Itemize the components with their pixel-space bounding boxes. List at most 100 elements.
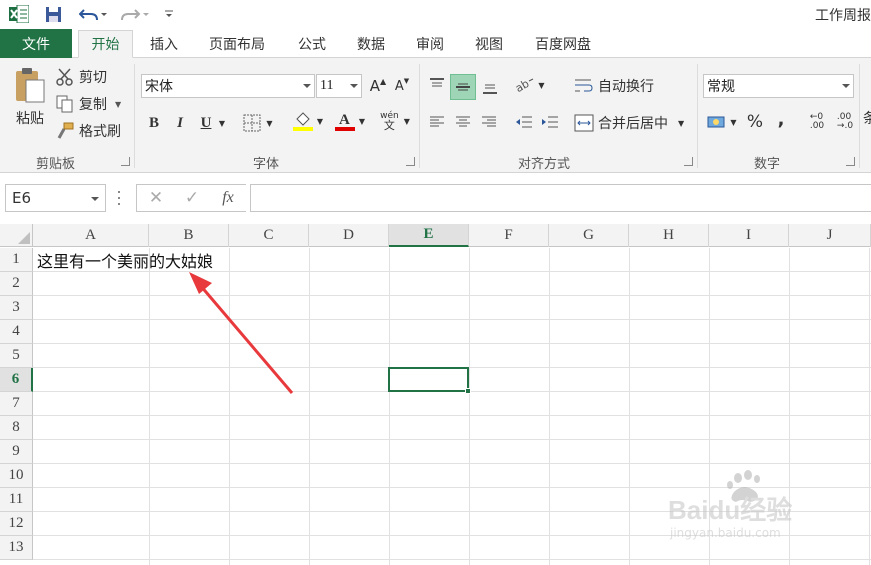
column-header[interactable]: H	[629, 224, 709, 247]
column-header[interactable]: I	[709, 224, 789, 247]
insert-function-icon[interactable]: fx	[216, 187, 240, 209]
chevron-down-icon[interactable]: ▼	[730, 118, 736, 127]
tab-formulas[interactable]: 公式	[288, 30, 336, 58]
number-launcher-icon[interactable]	[846, 157, 855, 166]
grow-font-button[interactable]: A ▲	[366, 75, 390, 97]
chevron-down-icon[interactable]: ▼	[317, 117, 323, 126]
tab-home[interactable]: 开始	[78, 30, 133, 58]
tab-data[interactable]: 数据	[346, 30, 396, 58]
row-header[interactable]: 12	[0, 512, 33, 536]
row-header[interactable]: 3	[0, 296, 33, 320]
cancel-icon[interactable]: ✕	[146, 188, 166, 208]
drag-handle-icon[interactable]	[118, 191, 122, 205]
underline-dropdown-icon[interactable]: ▼	[216, 112, 228, 134]
phonetic-guide-button[interactable]: wén 文 ▼	[376, 110, 414, 132]
orientation-button[interactable]: ab ▼	[512, 74, 548, 96]
comma-style-button[interactable]: ,	[769, 108, 793, 130]
select-all-corner[interactable]	[0, 224, 33, 247]
borders-button[interactable]: ▼	[238, 112, 278, 134]
cell-a1[interactable]: 这里有一个美丽的大姑娘	[37, 248, 213, 272]
name-box[interactable]: E6	[5, 184, 106, 212]
chevron-down-icon[interactable]	[350, 84, 358, 88]
align-top-button[interactable]	[425, 74, 449, 96]
undo-icon[interactable]	[76, 4, 110, 24]
align-right-button[interactable]	[477, 111, 501, 133]
chevron-down-icon[interactable]: ▼	[359, 117, 365, 126]
column-header-selected[interactable]: E	[389, 224, 469, 247]
column-header[interactable]: A	[33, 224, 149, 247]
align-middle-button[interactable]	[450, 74, 476, 100]
tab-page-layout[interactable]: 页面布局	[198, 30, 276, 58]
row-header[interactable]: 13	[0, 536, 33, 560]
enter-icon[interactable]: ✓	[182, 188, 202, 208]
font-launcher-icon[interactable]	[406, 157, 415, 166]
tab-insert[interactable]: 插入	[140, 30, 188, 58]
row-header[interactable]: 8	[0, 416, 33, 440]
fill-handle[interactable]	[465, 388, 471, 394]
row-header[interactable]: 5	[0, 344, 33, 368]
row-header[interactable]: 2	[0, 272, 33, 296]
font-color-button[interactable]: A ▼	[330, 110, 370, 132]
row-header[interactable]: 11	[0, 488, 33, 512]
chevron-down-icon[interactable]: ▼	[538, 81, 544, 90]
underline-button[interactable]: U	[194, 112, 218, 134]
chevron-down-icon[interactable]: ▼	[678, 119, 684, 128]
column-header[interactable]: B	[149, 224, 229, 247]
row-header[interactable]: 9	[0, 440, 33, 464]
bold-button[interactable]: B	[142, 112, 166, 134]
row-header[interactable]: 4	[0, 320, 33, 344]
decrease-decimal-button[interactable]: .00 →.0	[831, 111, 859, 133]
merge-center-button[interactable]: 合并后居中 ▼	[574, 112, 684, 134]
column-header[interactable]: J	[789, 224, 871, 247]
align-left-button[interactable]	[425, 111, 449, 133]
row-header-selected[interactable]: 6	[0, 368, 33, 392]
increase-indent-button[interactable]	[538, 111, 562, 133]
cut-button[interactable]: 剪切	[56, 66, 107, 88]
column-header[interactable]: D	[309, 224, 389, 247]
column-header[interactable]: F	[469, 224, 549, 247]
align-center-button[interactable]	[451, 111, 475, 133]
redo-icon[interactable]	[118, 4, 152, 24]
conditional-format-button[interactable]: 条	[863, 108, 871, 128]
font-name-combo[interactable]: 宋体	[141, 74, 315, 98]
wrap-text-button[interactable]: 自动换行	[574, 75, 654, 97]
format-painter-button[interactable]: 格式刷	[56, 120, 121, 142]
copy-button[interactable]: 复制 ▼	[56, 93, 121, 115]
number-format-combo[interactable]: 常规	[703, 74, 854, 98]
row-header[interactable]: 1	[0, 248, 33, 272]
paste-button[interactable]: 粘贴	[10, 66, 50, 140]
copy-dropdown-icon[interactable]: ▼	[115, 100, 121, 109]
percent-button[interactable]: %	[743, 111, 767, 133]
column-header[interactable]: G	[549, 224, 629, 247]
save-icon[interactable]	[42, 4, 64, 24]
fill-color-button[interactable]: ▼	[288, 110, 328, 132]
clipboard-launcher-icon[interactable]	[121, 157, 130, 166]
font-size-combo[interactable]: 11	[316, 74, 362, 98]
align-top-icon	[430, 78, 444, 87]
row-header[interactable]: 10	[0, 464, 33, 488]
chevron-down-icon[interactable]: ▼	[266, 119, 272, 128]
chevron-down-icon[interactable]	[842, 84, 850, 88]
chevron-down-icon[interactable]: ▼	[404, 117, 410, 126]
decrease-indent-icon	[516, 116, 532, 128]
chevron-down-icon[interactable]	[91, 197, 99, 201]
alignment-launcher-icon[interactable]	[684, 157, 693, 166]
accounting-format-button[interactable]: ▼	[703, 111, 741, 133]
tab-view[interactable]: 视图	[464, 30, 514, 58]
tab-file[interactable]: 文件	[0, 29, 72, 58]
row-header[interactable]: 7	[0, 392, 33, 416]
column-header[interactable]: C	[229, 224, 309, 247]
italic-button[interactable]: I	[168, 112, 192, 134]
tab-baidu-netdisk[interactable]: 百度网盘	[524, 30, 602, 58]
shrink-font-button[interactable]: A ▼	[390, 75, 414, 97]
decrease-indent-button[interactable]	[512, 111, 536, 133]
chevron-down-icon[interactable]	[303, 84, 311, 88]
formula-input[interactable]	[250, 184, 871, 212]
customize-qat-icon[interactable]	[162, 4, 176, 24]
align-bottom-button[interactable]	[478, 76, 502, 98]
increase-decimal-button[interactable]: ←0 .00	[803, 111, 831, 133]
tab-review[interactable]: 审阅	[405, 30, 455, 58]
active-cell-e6[interactable]	[388, 367, 469, 392]
borders-icon	[243, 114, 261, 132]
font-group-label: 字体	[253, 157, 280, 172]
